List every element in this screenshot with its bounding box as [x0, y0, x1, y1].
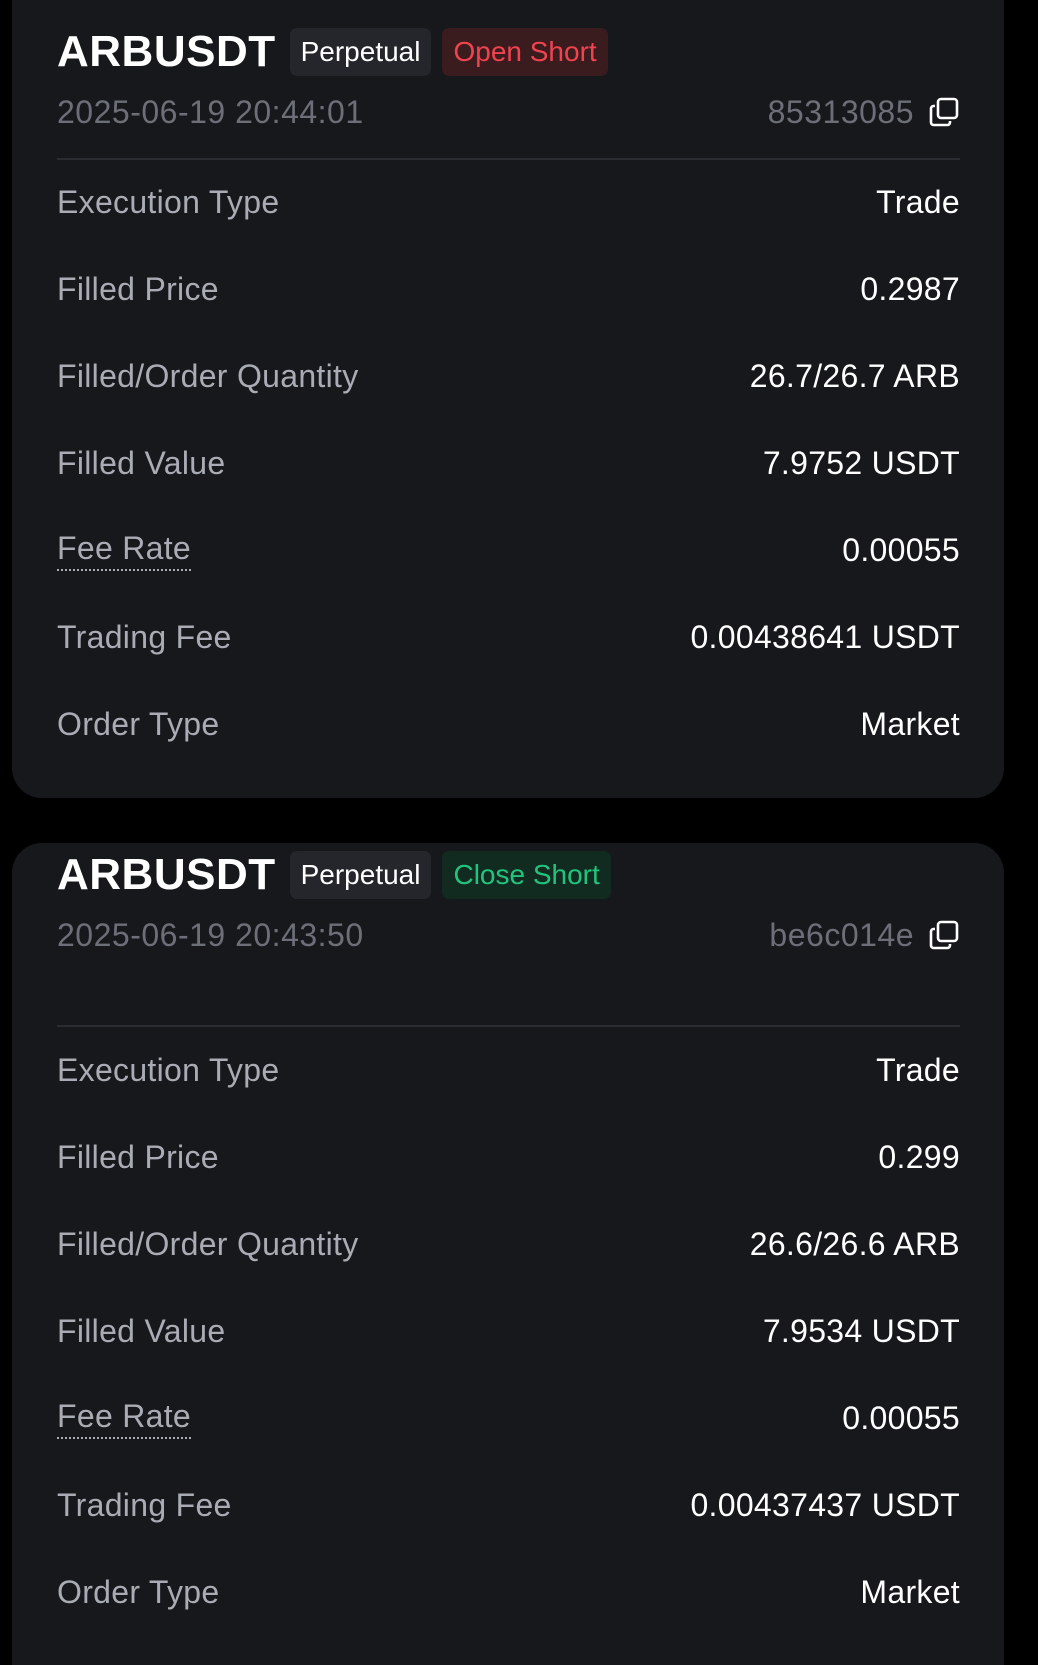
trading-fee-label: Trading Fee [57, 1487, 232, 1523]
order-type-value: Market [860, 706, 960, 742]
order-id: 85313085 [767, 93, 914, 130]
copy-icon[interactable] [928, 919, 960, 951]
trade-record-card[interactable]: ARBUSDT Perpetual Open Short 2025-06-19 … [12, 0, 1004, 798]
trading-fee-value: 0.00438641 USDT [690, 619, 960, 655]
detail-row-fee-rate: Fee Rate 0.00055 [57, 507, 960, 594]
filled-order-quantity-value: 26.7/26.7 ARB [749, 358, 960, 394]
trade-header: ARBUSDT Perpetual Open Short [57, 27, 960, 77]
filled-value-value: 7.9752 USDT [762, 445, 960, 481]
filled-order-quantity-label: Filled/Order Quantity [57, 1226, 359, 1262]
detail-row-filled-order-quantity: Filled/Order Quantity 26.6/26.6 ARB [57, 1201, 960, 1288]
fee-rate-label[interactable]: Fee Rate [57, 1398, 192, 1439]
filled-order-quantity-label: Filled/Order Quantity [57, 358, 359, 394]
fee-rate-label[interactable]: Fee Rate [57, 530, 192, 571]
order-type-label: Order Type [57, 706, 220, 742]
contract-type-tag: Perpetual [289, 851, 432, 899]
execution-type-value: Trade [876, 1052, 960, 1088]
fee-rate-value: 0.00055 [842, 1400, 960, 1436]
trade-timestamp: 2025-06-19 20:44:01 [57, 93, 364, 130]
order-type-value: Market [860, 1574, 960, 1610]
symbol-label: ARBUSDT [57, 850, 276, 899]
filled-value-label: Filled Value [57, 445, 226, 481]
copy-icon[interactable] [928, 96, 960, 128]
detail-row-filled-value: Filled Value 7.9752 USDT [57, 420, 960, 507]
symbol-label: ARBUSDT [57, 27, 276, 76]
filled-order-quantity-value: 26.6/26.6 ARB [749, 1226, 960, 1262]
filled-price-value: 0.2987 [860, 271, 960, 307]
detail-row-filled-price: Filled Price 0.299 [57, 1114, 960, 1201]
trade-history-page: ARBUSDT Perpetual Open Short 2025-06-19 … [0, 0, 1038, 1665]
fee-rate-value: 0.00055 [842, 532, 960, 568]
side-tag: Close Short [442, 851, 611, 899]
trade-header: ARBUSDT Perpetual Close Short [57, 850, 960, 900]
filled-value-value: 7.9534 USDT [762, 1313, 960, 1349]
side-tag: Open Short [442, 28, 608, 76]
order-type-label: Order Type [57, 1574, 220, 1610]
execution-type-label: Execution Type [57, 184, 280, 220]
trade-meta: 2025-06-19 20:44:01 85313085 [57, 92, 960, 132]
detail-row-trading-fee: Trading Fee 0.00437437 USDT [57, 1462, 960, 1549]
detail-row-filled-value: Filled Value 7.9534 USDT [57, 1288, 960, 1375]
detail-row-execution-type: Execution Type Trade [57, 1027, 960, 1114]
trade-details: Execution Type Trade Filled Price 0.2987… [57, 159, 960, 768]
detail-row-order-type: Order Type Market [57, 1549, 960, 1636]
trade-timestamp: 2025-06-19 20:43:50 [57, 916, 364, 953]
detail-row-filled-price: Filled Price 0.2987 [57, 246, 960, 333]
detail-row-filled-order-quantity: Filled/Order Quantity 26.7/26.7 ARB [57, 333, 960, 420]
filled-price-value: 0.299 [878, 1139, 960, 1175]
detail-row-fee-rate: Fee Rate 0.00055 [57, 1375, 960, 1462]
trading-fee-value: 0.00437437 USDT [690, 1487, 960, 1523]
trade-details: Execution Type Trade Filled Price 0.299 … [57, 1027, 960, 1636]
filled-price-label: Filled Price [57, 271, 219, 307]
order-id-group: 85313085 [768, 94, 960, 131]
execution-type-value: Trade [876, 184, 960, 220]
trade-meta: 2025-06-19 20:43:50 be6c014e [57, 915, 960, 955]
order-id-group: be6c014e [769, 917, 960, 954]
order-id: be6c014e [769, 916, 914, 953]
execution-type-label: Execution Type [57, 1052, 280, 1088]
filled-price-label: Filled Price [57, 1139, 219, 1175]
contract-type-tag: Perpetual [289, 28, 432, 76]
filled-value-label: Filled Value [57, 1313, 226, 1349]
trading-fee-label: Trading Fee [57, 619, 232, 655]
detail-row-order-type: Order Type Market [57, 681, 960, 768]
trade-record-card[interactable]: ARBUSDT Perpetual Close Short 2025-06-19… [12, 843, 1004, 1665]
detail-row-execution-type: Execution Type Trade [57, 159, 960, 246]
detail-row-trading-fee: Trading Fee 0.00438641 USDT [57, 594, 960, 681]
